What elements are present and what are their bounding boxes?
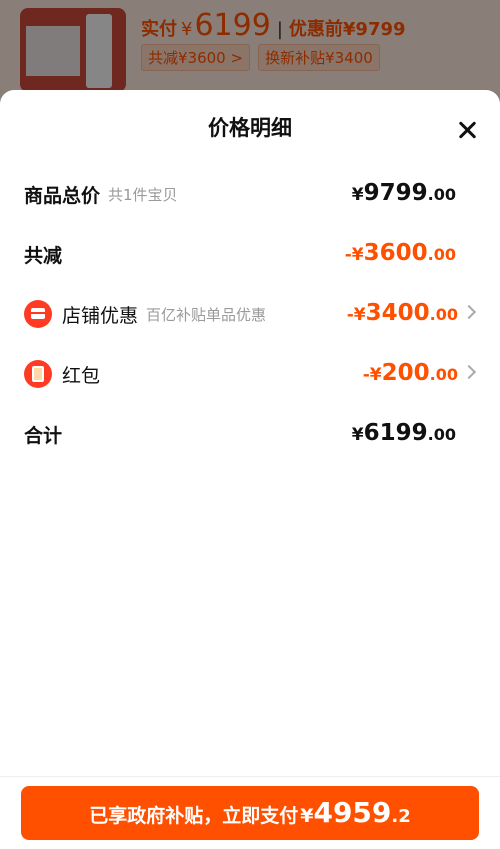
row-amount: -¥ 3400 .00 [347,294,458,334]
amount-currency: -¥ [344,245,364,265]
bottom-action-bar: 已享政府补贴，立即支付 ¥ 4959 .2 [0,776,500,849]
pay-button-text: 已享政府补贴，立即支付 [89,805,299,827]
row-shop-discount[interactable]: 店铺优惠 百亿补贴单品优惠 -¥ 3400 .00 [24,294,480,334]
amount-integer: 9799 [363,180,428,206]
amount-currency: -¥ [346,305,366,325]
sheet-title: 价格明细 [208,116,292,140]
row-label: 合计 [24,424,63,447]
pay-button-amount-decimal: .2 [391,806,411,827]
row-sub: 共1件宝贝 [108,185,178,204]
amount-integer: 6199 [363,420,428,446]
row-sub: 百亿补贴单品优惠 [146,305,267,324]
pay-now-button[interactable]: 已享政府补贴，立即支付 ¥ 4959 .2 [21,786,479,840]
amount-integer: 3600 [363,240,428,266]
product-summary-strip: 实付 ¥ 6199 | 优惠前¥9799 共减¥3600 > 换新补贴¥3400 [0,0,500,100]
row-amount: -¥ 3600 .00 [345,234,456,274]
row-amount: ¥ 9799 .00 [352,174,456,214]
shop-icon [24,300,52,328]
amount-decimal: .00 [427,425,456,444]
red-packet-icon [24,360,52,388]
amount-currency: -¥ [362,365,382,385]
row-goods-total: 商品总价 共1件宝贝 ¥ 9799 .00 [24,174,480,214]
row-label: 店铺优惠 [62,304,139,327]
amount-currency: ¥ [351,425,364,445]
row-amount: ¥ 6199 .00 [352,414,456,454]
row-amount: -¥ 200 .00 [363,354,458,394]
row-label: 红包 [62,364,101,387]
amount-decimal: .00 [429,305,458,324]
row-label: 商品总价 [24,184,101,207]
modal-overlay[interactable] [0,0,500,100]
amount-integer: 3400 [365,300,430,326]
chevron-right-icon [461,364,477,380]
pay-button-amount-integer: 4959 [313,796,392,829]
row-red-packet[interactable]: 红包 -¥ 200 .00 [24,354,480,394]
amount-currency: ¥ [351,185,364,205]
amount-integer: 200 [381,360,430,386]
pay-button-currency: ¥ [300,805,314,827]
row-total-discount: 共减 -¥ 3600 .00 [24,234,480,274]
row-total: 合计 ¥ 6199 .00 [24,414,480,454]
amount-decimal: .00 [427,245,456,264]
amount-decimal: .00 [427,185,456,204]
row-label: 共减 [24,244,63,267]
close-icon[interactable] [452,116,482,146]
price-detail-sheet: 价格明细 商品总价 共1件宝贝 ¥ 9799 .00 共减 -¥ 3600 .0… [0,90,500,848]
amount-decimal: .00 [429,365,458,384]
chevron-right-icon [461,304,477,320]
